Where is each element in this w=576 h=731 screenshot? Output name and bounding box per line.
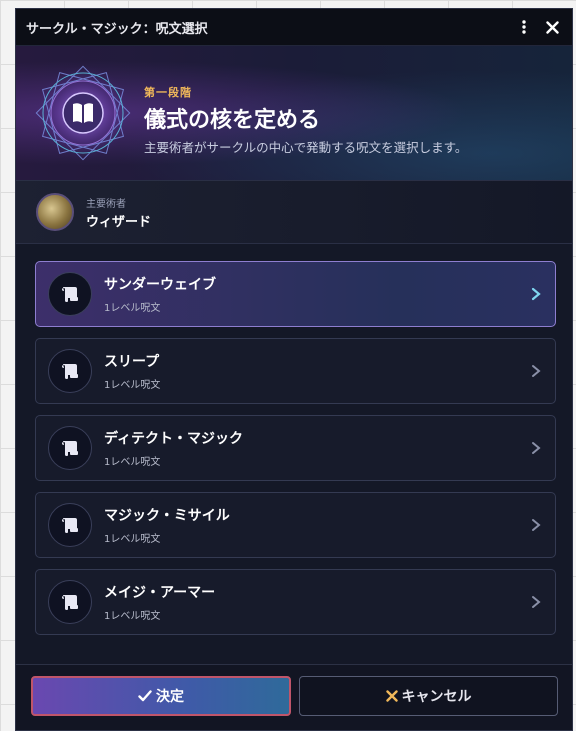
caster-name: ウィザード (86, 214, 152, 230)
scroll-icon (48, 503, 92, 547)
dialog-footer: 決定 キャンセル (16, 664, 572, 730)
avatar (36, 193, 74, 231)
spell-level: 1レベル呪文 (104, 457, 161, 468)
scroll-icon (48, 272, 92, 316)
spell-select-dialog: サークル・マジック：呪文選択 第一段階 儀式の核を定める 主要術者がサークルの中… (15, 8, 573, 731)
chevron-right-icon (531, 287, 541, 301)
hero-banner: 第一段階 儀式の核を定める 主要術者がサークルの中心で発動する呪文を選択します。 (16, 46, 572, 181)
confirm-button[interactable]: 決定 (31, 676, 291, 716)
kebab-menu-icon[interactable] (514, 17, 534, 37)
spell-name: メイジ・アーマー (104, 585, 216, 601)
stage-label: 第一段階 (144, 86, 192, 99)
chevron-right-icon (532, 519, 541, 531)
primary-caster: 主要術者 ウィザード (16, 181, 572, 244)
scroll-icon (48, 349, 92, 393)
hero-title: 儀式の核を定める (144, 107, 321, 133)
hero-subtitle: 主要術者がサークルの中心で発動する呪文を選択します。 (144, 140, 468, 155)
spell-list: サンダーウェイブ 1レベル呪文 スリープ 1レベル呪文 ディテクト・マジック 1… (35, 261, 556, 646)
spell-name: マジック・ミサイル (104, 508, 230, 524)
dialog-title: サークル・マジック：呪文選択 (26, 21, 208, 37)
spell-name: ディテクト・マジック (104, 431, 244, 447)
chevron-right-icon (532, 365, 541, 377)
caster-label: 主要術者 (86, 198, 126, 210)
spell-item-magic-missile[interactable]: マジック・ミサイル 1レベル呪文 (35, 492, 556, 558)
scroll-icon (48, 426, 92, 470)
checkmark-icon (138, 690, 152, 702)
cancel-button[interactable]: キャンセル (299, 676, 558, 716)
spell-item-thunderwave[interactable]: サンダーウェイブ 1レベル呪文 (35, 261, 556, 327)
chevron-right-icon (532, 596, 541, 608)
close-icon[interactable] (542, 17, 562, 37)
spell-level: 1レベル呪文 (104, 611, 161, 622)
cancel-label: キャンセル (401, 689, 472, 705)
book-sigil-icon (35, 65, 131, 161)
spell-level: 1レベル呪文 (104, 534, 161, 545)
chevron-right-icon (532, 442, 541, 454)
x-icon (385, 690, 398, 702)
spell-item-sleep[interactable]: スリープ 1レベル呪文 (35, 338, 556, 404)
spell-level: 1レベル呪文 (104, 380, 161, 391)
spell-name: サンダーウェイブ (104, 277, 216, 293)
title-bar: サークル・マジック：呪文選択 (16, 9, 572, 46)
confirm-label: 決定 (156, 689, 184, 705)
spell-level: 1レベル呪文 (104, 303, 161, 314)
spell-name: スリープ (104, 354, 160, 370)
spell-item-detect-magic[interactable]: ディテクト・マジック 1レベル呪文 (35, 415, 556, 481)
scroll-icon (48, 580, 92, 624)
spell-item-mage-armor[interactable]: メイジ・アーマー 1レベル呪文 (35, 569, 556, 635)
